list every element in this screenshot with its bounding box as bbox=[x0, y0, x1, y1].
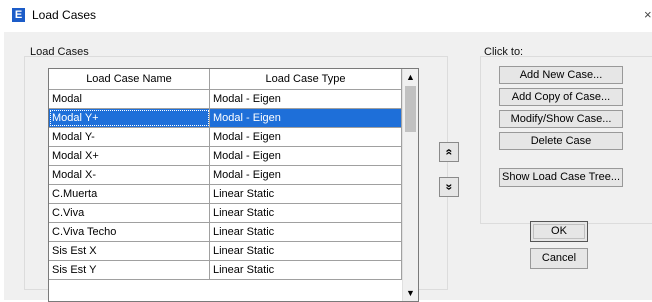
show-load-case-tree-button[interactable]: Show Load Case Tree... bbox=[499, 168, 623, 187]
modify-show-case-button[interactable]: Modify/Show Case... bbox=[499, 110, 623, 128]
table-vertical-scrollbar[interactable]: ▲ ▼ bbox=[402, 69, 418, 301]
case-type-cell: Linear Static bbox=[210, 261, 402, 279]
close-icon[interactable]: × bbox=[644, 7, 652, 22]
table-row[interactable]: C.Viva Techo Linear Static bbox=[49, 223, 402, 242]
case-type-cell: Linear Static bbox=[210, 204, 402, 222]
case-type-cell: Linear Static bbox=[210, 185, 402, 203]
case-type-cell: Modal - Eigen bbox=[210, 166, 402, 184]
case-name-cell: Modal X- bbox=[49, 166, 210, 184]
case-type-cell: Modal - Eigen bbox=[210, 90, 402, 108]
ok-button[interactable]: OK bbox=[530, 221, 588, 242]
case-name-cell: Modal Y- bbox=[49, 128, 210, 146]
case-type-cell: Modal - Eigen bbox=[210, 147, 402, 165]
add-copy-of-case-button[interactable]: Add Copy of Case... bbox=[499, 88, 623, 106]
scroll-down-icon[interactable]: ▼ bbox=[403, 285, 418, 301]
click-to-label: Click to: bbox=[484, 46, 524, 58]
dialog-client: Load Cases Click to: Load Case Name Load… bbox=[4, 32, 652, 302]
table-row[interactable]: Sis Est X Linear Static bbox=[49, 242, 402, 261]
case-type-cell: Modal - Eigen bbox=[210, 128, 402, 146]
case-name-cell: Modal Y+ bbox=[49, 109, 210, 127]
app-icon: E bbox=[12, 8, 25, 22]
case-name-cell: Sis Est X bbox=[49, 242, 210, 260]
case-name-cell: Modal bbox=[49, 90, 210, 108]
scroll-thumb[interactable] bbox=[405, 86, 416, 132]
table-row[interactable]: Sis Est Y Linear Static bbox=[49, 261, 402, 280]
table-row-selected[interactable]: Modal Y+ Modal - Eigen bbox=[49, 109, 402, 128]
table-row[interactable]: Modal X- Modal - Eigen bbox=[49, 166, 402, 185]
add-new-case-button[interactable]: Add New Case... bbox=[499, 66, 623, 84]
case-type-cell: Linear Static bbox=[210, 242, 402, 260]
double-chevron-up-icon: « bbox=[442, 148, 456, 156]
case-type-cell: Linear Static bbox=[210, 223, 402, 241]
case-name-cell: Modal X+ bbox=[49, 147, 210, 165]
column-header-name[interactable]: Load Case Name bbox=[49, 69, 210, 89]
cancel-button[interactable]: Cancel bbox=[530, 248, 588, 269]
move-up-button[interactable]: « bbox=[439, 142, 459, 162]
case-name-cell: C.Viva Techo bbox=[49, 223, 210, 241]
table-row[interactable]: C.Viva Linear Static bbox=[49, 204, 402, 223]
delete-case-button[interactable]: Delete Case bbox=[499, 132, 623, 150]
case-type-cell: Modal - Eigen bbox=[210, 109, 402, 127]
case-name-cell: Sis Est Y bbox=[49, 261, 210, 279]
table-row[interactable]: Modal X+ Modal - Eigen bbox=[49, 147, 402, 166]
scroll-up-icon[interactable]: ▲ bbox=[403, 69, 418, 85]
table-row[interactable]: Modal Modal - Eigen bbox=[49, 90, 402, 109]
load-cases-group-label: Load Cases bbox=[30, 46, 89, 58]
case-name-cell: C.Viva bbox=[49, 204, 210, 222]
title-bar: E Load Cases × bbox=[0, 0, 652, 32]
case-name-cell: C.Muerta bbox=[49, 185, 210, 203]
move-down-button[interactable]: » bbox=[439, 177, 459, 197]
table-row[interactable]: C.Muerta Linear Static bbox=[49, 185, 402, 204]
table-row[interactable]: Modal Y- Modal - Eigen bbox=[49, 128, 402, 147]
column-header-type[interactable]: Load Case Type bbox=[210, 69, 402, 89]
double-chevron-down-icon: » bbox=[442, 183, 456, 191]
table-header: Load Case Name Load Case Type bbox=[49, 69, 402, 90]
window-title: Load Cases bbox=[32, 8, 97, 22]
load-cases-table[interactable]: Load Case Name Load Case Type Modal Moda… bbox=[48, 68, 419, 302]
